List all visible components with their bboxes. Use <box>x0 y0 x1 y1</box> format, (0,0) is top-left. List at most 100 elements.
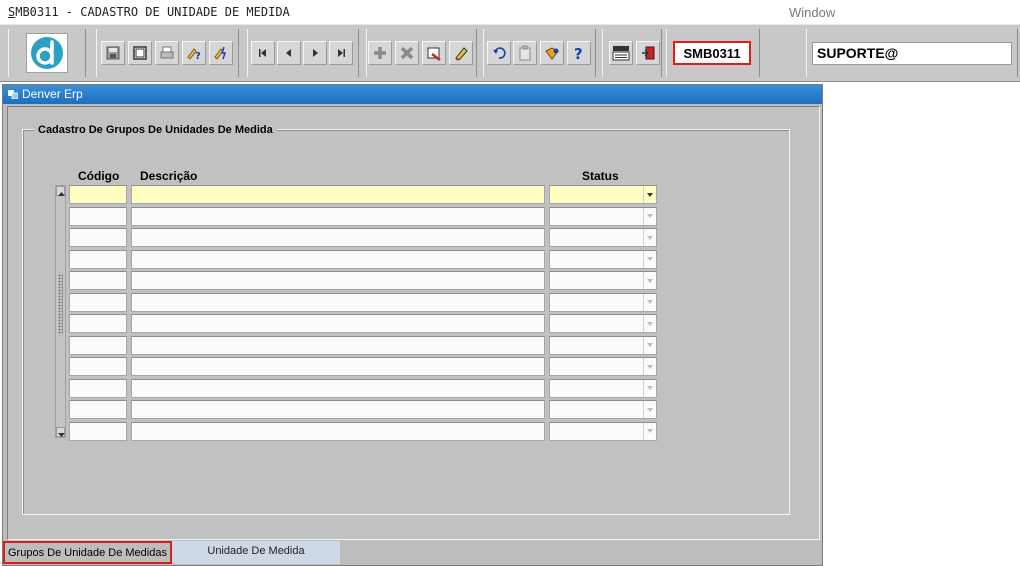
table-row <box>69 357 659 376</box>
print-preview-icon <box>133 46 147 60</box>
status-select[interactable] <box>549 249 657 269</box>
description-field[interactable] <box>131 400 545 419</box>
table-row <box>69 335 659 355</box>
status-select[interactable] <box>549 206 657 226</box>
app-title-text: MB0311 - CADASTRO DE UNIDADE DE MEDIDA <box>15 5 290 19</box>
previous-record-button[interactable] <box>277 41 301 65</box>
form-code-box: SMB0311 <box>673 41 751 65</box>
svg-text:?: ? <box>195 51 201 61</box>
dropdown-arrow-icon[interactable] <box>643 336 656 354</box>
frame-title: Cadastro De Grupos De Unidades De Medida <box>34 124 277 136</box>
edit-record-icon <box>455 47 468 61</box>
dropdown-arrow-icon[interactable] <box>643 315 656 332</box>
column-header-description: Descrição <box>140 169 198 183</box>
delete-record-button[interactable] <box>395 41 419 65</box>
description-field[interactable] <box>131 206 545 226</box>
query-help-button[interactable]: ? <box>182 41 206 65</box>
delete-record-icon <box>400 46 414 60</box>
first-record-icon <box>259 49 266 57</box>
description-field[interactable] <box>131 335 545 355</box>
save-icon <box>106 46 120 60</box>
code-field[interactable] <box>69 421 127 441</box>
tab-unidade-de-medida[interactable]: Unidade De Medida <box>172 541 340 564</box>
table-row <box>69 206 659 226</box>
description-field[interactable] <box>131 421 545 441</box>
description-field[interactable] <box>131 228 545 247</box>
status-select[interactable] <box>549 292 657 312</box>
code-field[interactable] <box>69 271 127 290</box>
help-icon: ? <box>574 45 583 61</box>
code-field[interactable] <box>69 400 127 419</box>
next-record-button[interactable] <box>303 41 327 65</box>
dropdown-arrow-icon[interactable] <box>643 250 656 268</box>
code-field[interactable] <box>69 206 127 226</box>
dropdown-arrow-icon[interactable] <box>643 207 656 225</box>
print-button[interactable] <box>155 41 179 65</box>
dropdown-arrow-icon[interactable] <box>643 422 656 440</box>
arrow-down-icon <box>58 433 65 437</box>
execute-query-icon <box>214 46 227 60</box>
description-field[interactable] <box>131 314 545 333</box>
status-select[interactable] <box>549 314 657 333</box>
denver-d-logo-icon <box>31 37 63 69</box>
svg-text:?: ? <box>574 45 583 61</box>
window-title-bar: Denver Erp <box>3 85 822 104</box>
insert-record-icon <box>374 47 386 59</box>
code-field[interactable] <box>69 357 127 376</box>
status-select[interactable] <box>549 271 657 290</box>
dropdown-arrow-icon[interactable] <box>643 358 656 375</box>
code-field[interactable] <box>69 228 127 247</box>
print-preview-button[interactable] <box>128 41 152 65</box>
insert-record-button[interactable] <box>368 41 392 65</box>
status-select[interactable] <box>549 357 657 376</box>
code-field[interactable] <box>69 249 127 269</box>
description-field[interactable] <box>131 292 545 312</box>
description-field[interactable] <box>131 249 545 269</box>
exit-icon <box>642 46 655 60</box>
help-button[interactable]: ? <box>567 41 591 65</box>
table-row <box>69 292 659 312</box>
list-values-icon <box>545 47 559 60</box>
scroll-down-button[interactable] <box>56 427 65 437</box>
table-row <box>69 228 659 247</box>
save-button[interactable] <box>101 41 125 65</box>
code-field[interactable] <box>69 185 127 204</box>
dropdown-arrow-icon[interactable] <box>643 293 656 311</box>
table-row <box>69 185 659 204</box>
menu-window[interactable]: Window <box>789 5 835 20</box>
execute-query-button[interactable] <box>209 41 233 65</box>
status-select[interactable] <box>549 228 657 247</box>
dropdown-arrow-icon[interactable] <box>643 272 656 289</box>
undo-button[interactable] <box>487 41 511 65</box>
code-field[interactable] <box>69 314 127 333</box>
dropdown-arrow-icon[interactable] <box>643 401 656 418</box>
description-field[interactable] <box>131 378 545 398</box>
status-select[interactable] <box>549 335 657 355</box>
menu-button[interactable] <box>609 41 633 65</box>
last-record-button[interactable] <box>329 41 353 65</box>
list-values-button[interactable] <box>540 41 564 65</box>
description-field[interactable] <box>131 357 545 376</box>
status-select[interactable] <box>549 400 657 419</box>
status-select[interactable] <box>549 185 657 204</box>
first-record-button[interactable] <box>251 41 275 65</box>
dropdown-arrow-icon[interactable] <box>643 379 656 397</box>
exit-button[interactable] <box>636 41 660 65</box>
print-icon <box>160 46 174 59</box>
records-scrollbar[interactable] <box>55 185 66 438</box>
code-field[interactable] <box>69 378 127 398</box>
scroll-up-button[interactable] <box>56 186 65 196</box>
tab-grupos-de-unidade-de-medidas[interactable]: Grupos De Unidade De Medidas <box>3 541 172 564</box>
description-field[interactable] <box>131 185 545 204</box>
edit-record-button[interactable] <box>449 41 473 65</box>
code-field[interactable] <box>69 292 127 312</box>
code-field[interactable] <box>69 335 127 355</box>
description-field[interactable] <box>131 271 545 290</box>
clipboard-button[interactable] <box>513 41 537 65</box>
status-select[interactable] <box>549 421 657 441</box>
scroll-grip[interactable] <box>58 274 63 334</box>
dropdown-arrow-icon[interactable] <box>643 229 656 246</box>
clear-record-button[interactable] <box>422 41 446 65</box>
status-select[interactable] <box>549 378 657 398</box>
dropdown-arrow-icon[interactable] <box>643 186 656 203</box>
